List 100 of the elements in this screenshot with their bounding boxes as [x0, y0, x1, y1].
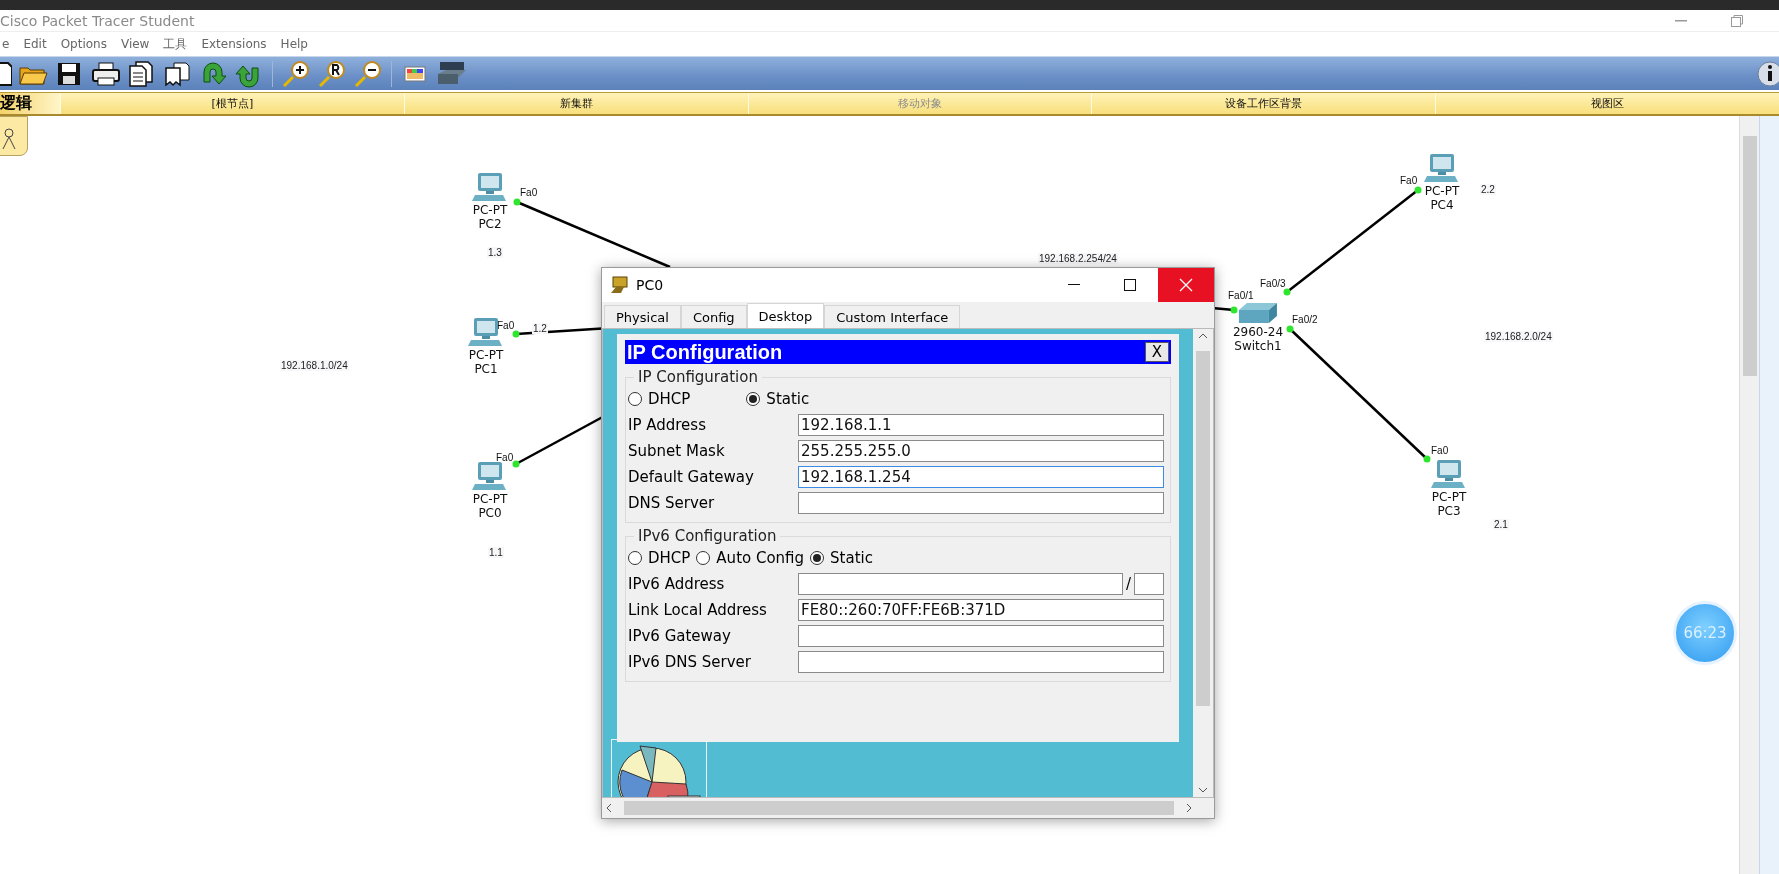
panel-title: IP Configuration — [626, 340, 783, 364]
radio-option[interactable]: Auto Config — [696, 549, 805, 567]
window-title: Cisco Packet Tracer Student — [0, 12, 195, 29]
field-label: IP Address — [628, 415, 707, 434]
device-name: PC2 — [478, 217, 502, 231]
printer-icon[interactable] — [90, 59, 120, 88]
dialog-title: PC0 — [636, 277, 665, 293]
workspace-mode[interactable]: 逻辑 — [0, 93, 60, 114]
radio-option[interactable]: DHCP — [628, 549, 691, 567]
close-button[interactable]: X — [1145, 342, 1169, 362]
zoom-reset-icon[interactable] — [317, 59, 347, 88]
device-name: PC0 — [478, 506, 502, 520]
tab[interactable]: Physical — [604, 305, 681, 328]
menu-item[interactable]: View — [120, 37, 150, 51]
prefix-field[interactable] — [1134, 572, 1164, 595]
port-label: Fa0/2 — [1292, 314, 1318, 325]
workspace-button[interactable]: 设备工作区背景 — [1091, 93, 1436, 114]
group-title: IP Configuration — [637, 368, 759, 386]
device-model: 2960-24 — [1232, 325, 1284, 339]
link-light-icon — [1283, 288, 1291, 296]
radio-option[interactable]: DHCP — [628, 390, 691, 408]
field-label: DNS Server — [628, 493, 716, 512]
menu-item[interactable]: Extensions — [201, 37, 267, 51]
computer-icon — [1431, 459, 1467, 490]
link-light-icon — [1414, 186, 1422, 194]
scroll-left-icon[interactable] — [606, 803, 612, 813]
logical-mode-icon[interactable] — [0, 116, 28, 156]
device-model: PC-PT — [1431, 490, 1467, 504]
device-model: PC-PT — [468, 348, 504, 362]
note-text: 2.2 — [1480, 184, 1496, 195]
text-field[interactable]: 255.255.255.0 — [798, 439, 1164, 462]
workspace-button[interactable]: [根节点] — [60, 93, 404, 114]
computer-icon — [1424, 153, 1460, 184]
device-model: PC-PT — [472, 203, 508, 217]
port-label: Fa0 — [497, 320, 515, 331]
menu-item[interactable]: Options — [60, 37, 107, 51]
device-model: PC-PT — [472, 492, 508, 506]
port-label: Fa0 — [496, 452, 514, 463]
zoom-in-icon[interactable] — [281, 59, 311, 88]
menu-item[interactable]: Edit — [23, 37, 47, 51]
device-model: PC-PT — [1424, 184, 1460, 198]
info-icon[interactable] — [1757, 60, 1779, 87]
maximize-icon — [1124, 279, 1136, 291]
text-field[interactable] — [798, 572, 1123, 595]
paste-icon[interactable] — [162, 59, 192, 88]
device-name: PC1 — [474, 362, 498, 376]
note-text: 1.1 — [488, 547, 504, 558]
port-label: Fa0/3 — [1260, 278, 1286, 289]
link-light-icon — [512, 460, 520, 468]
zoom-out-icon[interactable] — [353, 59, 383, 88]
workspace-button[interactable]: 新集群 — [403, 93, 748, 114]
note-text: 2.1 — [1493, 519, 1509, 530]
field-label: IPv6 Address — [628, 574, 726, 593]
computer-icon — [472, 172, 508, 203]
text-field[interactable]: 192.168.1.254 — [798, 465, 1164, 488]
note-text: 1.2 — [532, 323, 548, 334]
text-field[interactable] — [798, 624, 1164, 647]
documents-icon[interactable] — [126, 59, 156, 88]
text-field[interactable] — [798, 491, 1164, 514]
restore-icon[interactable] — [1731, 14, 1743, 27]
port-label: Fa0/1 — [1228, 290, 1254, 301]
port-label: Fa0 — [1431, 445, 1449, 456]
menu-item[interactable]: 工具 — [163, 35, 188, 53]
field-label: Default Gateway — [628, 467, 755, 486]
field-label: IPv6 Gateway — [628, 626, 732, 645]
document-icon[interactable] — [0, 59, 12, 88]
text-field[interactable]: 192.168.1.1 — [798, 413, 1164, 436]
minimize-icon — [1068, 284, 1080, 286]
radio-option[interactable]: Static — [746, 390, 810, 408]
workspace-button[interactable]: 视图区 — [1435, 93, 1779, 114]
menu-item[interactable]: Help — [280, 37, 308, 51]
text-field[interactable]: FE80::260:70FF:FE6B:371D — [798, 598, 1164, 621]
scroll-up-icon[interactable] — [1198, 333, 1208, 339]
link-light-icon — [512, 330, 520, 338]
desktop-tile[interactable] — [611, 739, 707, 797]
link-light-icon — [1286, 325, 1294, 333]
tab[interactable]: Custom Interface — [824, 305, 961, 328]
link-light-icon — [1423, 455, 1431, 463]
tab[interactable]: Config — [680, 305, 747, 328]
port-label: Fa0 — [520, 187, 538, 198]
minimize-icon[interactable] — [1675, 19, 1687, 22]
device-name: PC4 — [1430, 198, 1454, 212]
pc-icon — [610, 276, 630, 294]
menu-item[interactable]: e — [2, 37, 10, 51]
field-label: Link Local Address — [628, 600, 768, 619]
scrollbar[interactable] — [1739, 116, 1759, 874]
scroll-down-icon[interactable] — [1198, 787, 1208, 793]
computer-icon — [472, 461, 508, 492]
switch-icon — [1237, 301, 1279, 325]
field-label: Subnet Mask — [628, 441, 726, 460]
close-icon — [1179, 278, 1193, 292]
scroll-right-icon[interactable] — [1186, 803, 1192, 813]
radio-option[interactable]: Static — [810, 549, 873, 567]
note-text: 192.168.2.254/24 — [1038, 253, 1118, 264]
scrollbar[interactable] — [602, 798, 1214, 818]
tab[interactable]: Desktop — [746, 303, 825, 328]
device-name: Switch1 — [1234, 339, 1282, 353]
text-field[interactable] — [798, 650, 1164, 673]
field-label: IPv6 DNS Server — [628, 652, 752, 671]
separator-text: / — [1125, 574, 1131, 593]
